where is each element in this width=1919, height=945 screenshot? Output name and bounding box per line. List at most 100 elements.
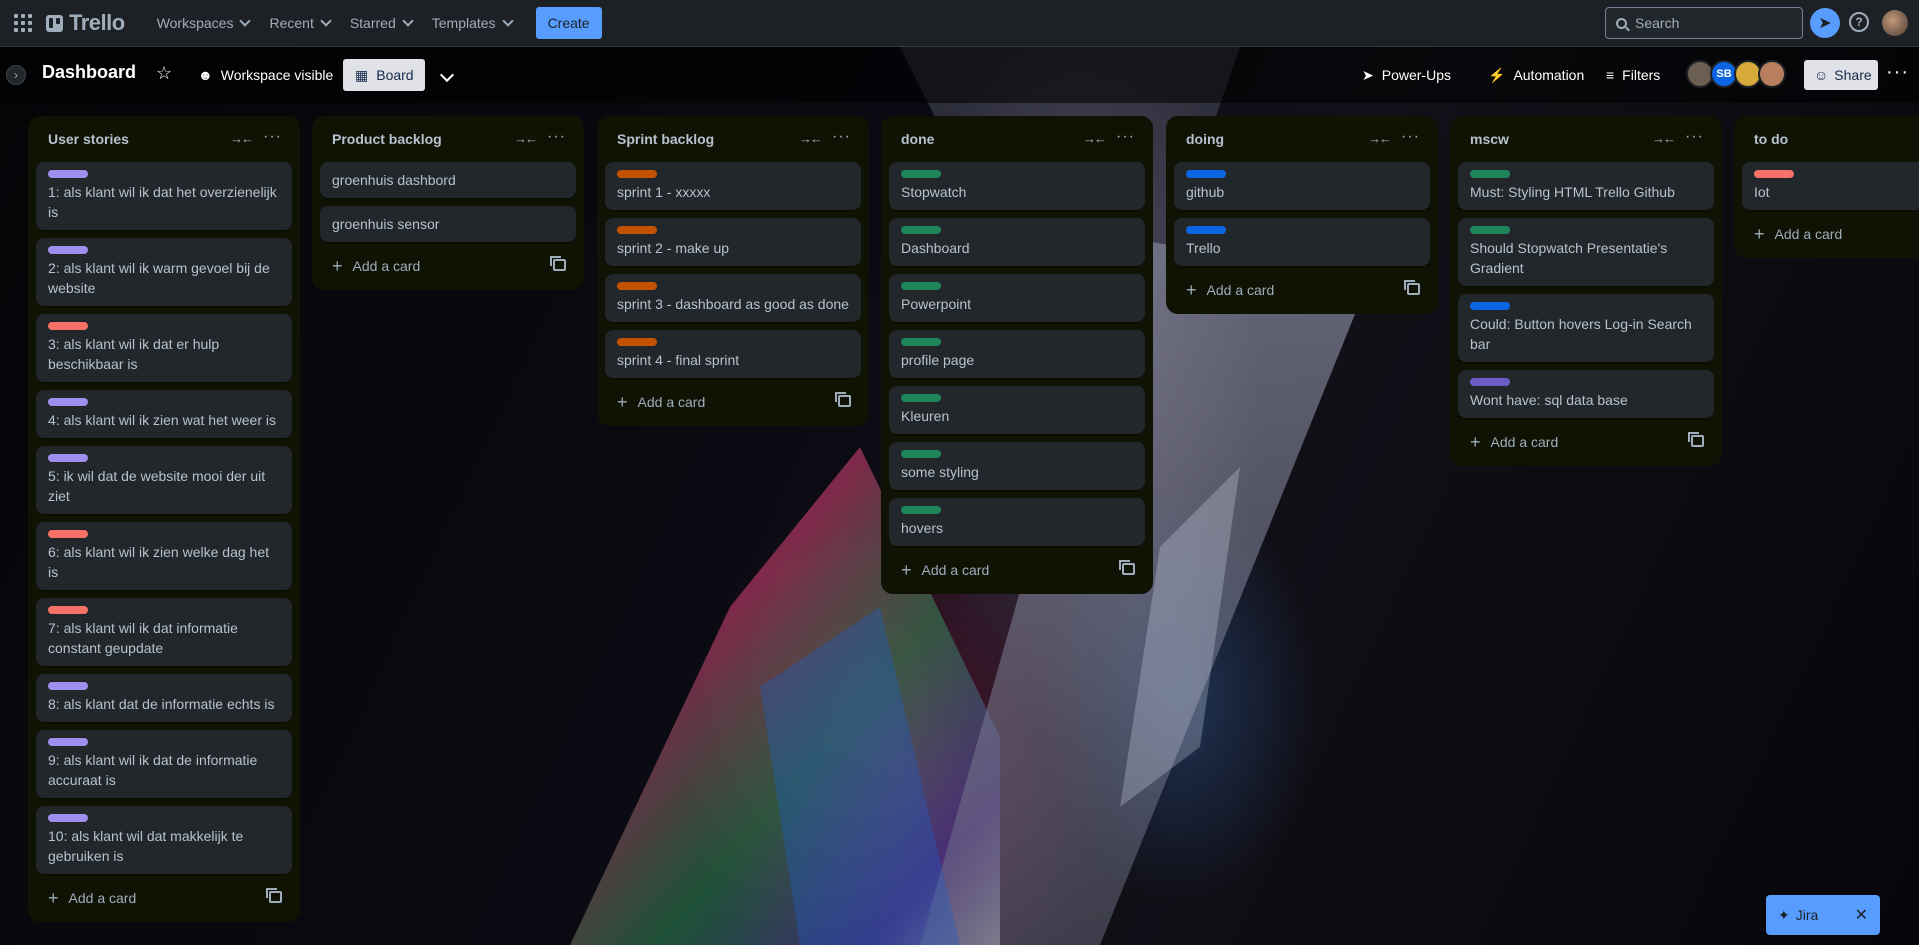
card-label[interactable] [48, 454, 88, 462]
card-label[interactable] [48, 738, 88, 746]
card[interactable]: github [1174, 162, 1430, 210]
star-icon[interactable]: ☆ [156, 63, 172, 84]
card-label[interactable] [901, 450, 941, 458]
card-template-icon[interactable] [1119, 560, 1135, 575]
list-header[interactable]: doing →← ··· [1174, 116, 1430, 162]
list-header[interactable]: to do→←··· [1742, 116, 1919, 162]
app-switcher-icon[interactable] [12, 12, 34, 34]
card[interactable]: Trello [1174, 218, 1430, 266]
card[interactable]: 6: als klant wil ik zien welke dag het i… [36, 522, 292, 590]
card-label[interactable] [48, 170, 88, 178]
create-button[interactable]: Create [535, 7, 602, 39]
card-label[interactable] [1186, 170, 1226, 178]
workspaces-menu[interactable]: Workspaces [147, 7, 260, 39]
card-label[interactable] [1186, 226, 1226, 234]
card-label[interactable] [1470, 378, 1510, 386]
collapse-list-icon[interactable]: →← [799, 131, 823, 146]
card-label[interactable] [901, 226, 941, 234]
card[interactable]: Must: Styling HTML Trello Github [1458, 162, 1714, 210]
card[interactable]: 7: als klant wil ik dat informatie const… [36, 598, 292, 666]
card[interactable]: Wont have: sql data base [1458, 370, 1714, 418]
add-card-button[interactable]: + Add a card [1174, 274, 1430, 306]
board-title[interactable]: Dashboard [42, 62, 136, 83]
card-label[interactable] [48, 322, 88, 330]
automation-button[interactable]: ⚡ Automation [1480, 59, 1592, 91]
share-button[interactable]: ☺ Share [1804, 60, 1878, 90]
jira-badge[interactable]: ✦ Jira ✕ [1766, 895, 1880, 935]
card[interactable]: Dashboard [889, 218, 1145, 266]
card-label[interactable] [901, 282, 941, 290]
collapse-list-icon[interactable]: →← [230, 131, 254, 146]
add-card-button[interactable]: + Add a card [1742, 218, 1919, 250]
collapse-list-icon[interactable]: →← [1083, 131, 1107, 146]
collapse-list-icon[interactable]: →← [1652, 131, 1676, 146]
card-label[interactable] [901, 506, 941, 514]
card-label[interactable] [1470, 170, 1510, 178]
card[interactable]: Should Stopwatch Presentatie's Gradient [1458, 218, 1714, 286]
notifications-icon[interactable]: ➤ [1810, 8, 1840, 38]
list-header[interactable]: User stories →← ··· [36, 116, 292, 162]
close-icon[interactable]: ✕ [1855, 905, 1868, 925]
card[interactable]: sprint 1 - xxxxx [605, 162, 861, 210]
card-label[interactable] [1470, 226, 1510, 234]
list-header[interactable]: Sprint backlog →← ··· [605, 116, 861, 162]
card-template-icon[interactable] [266, 888, 282, 903]
list-title[interactable]: Sprint backlog [617, 131, 714, 147]
collapse-list-icon[interactable]: →← [1368, 131, 1392, 146]
card[interactable]: 3: als klant wil ik dat er hulp beschikb… [36, 314, 292, 382]
member-avatar[interactable] [1758, 60, 1786, 88]
more-options-icon[interactable]: ··· [1886, 61, 1909, 84]
card[interactable]: Could: Button hovers Log-in Search bar [1458, 294, 1714, 362]
card[interactable]: 2: als klant wil ik warm gevoel bij de w… [36, 238, 292, 306]
view-switcher-button[interactable] [434, 59, 460, 91]
card-label[interactable] [617, 338, 657, 346]
list-menu-icon[interactable]: ··· [263, 128, 282, 146]
card[interactable]: 4: als klant wil ik zien wat het weer is [36, 390, 292, 438]
card[interactable]: Powerpoint [889, 274, 1145, 322]
card-label[interactable] [901, 170, 941, 178]
board-view-button[interactable]: ▦ Board [343, 59, 425, 91]
card-label[interactable] [617, 170, 657, 178]
list-title[interactable]: mscw [1470, 131, 1509, 147]
card-label[interactable] [617, 226, 657, 234]
list-title[interactable]: Product backlog [332, 131, 442, 147]
collapse-list-icon[interactable]: →← [514, 131, 538, 146]
list-menu-icon[interactable]: ··· [832, 128, 851, 146]
search-input[interactable]: Search [1605, 7, 1803, 39]
powerups-button[interactable]: ➤ Power-Ups [1354, 59, 1459, 91]
card[interactable]: 10: als klant wil dat makkelijk te gebru… [36, 806, 292, 874]
card[interactable]: sprint 4 - final sprint [605, 330, 861, 378]
starred-menu[interactable]: Starred [340, 7, 422, 39]
card[interactable]: groenhuis sensor [320, 206, 576, 242]
card[interactable]: sprint 2 - make up [605, 218, 861, 266]
list-header[interactable]: Product backlog →← ··· [320, 116, 576, 162]
add-card-button[interactable]: + Add a card [1458, 426, 1714, 458]
card[interactable]: 8: als klant dat de informatie echts is [36, 674, 292, 722]
card-label[interactable] [1470, 302, 1510, 310]
card-template-icon[interactable] [1688, 432, 1704, 447]
card-template-icon[interactable] [835, 392, 851, 407]
card-label[interactable] [48, 682, 88, 690]
card[interactable]: groenhuis dashbord [320, 162, 576, 198]
add-card-button[interactable]: + Add a card [320, 250, 576, 282]
card[interactable]: Stopwatch [889, 162, 1145, 210]
list-menu-icon[interactable]: ··· [1685, 128, 1704, 146]
list-title[interactable]: done [901, 131, 934, 147]
list-menu-icon[interactable]: ··· [547, 128, 566, 146]
filters-button[interactable]: ≡ Filters [1598, 59, 1668, 91]
card[interactable]: 5: ik wil dat de website mooi der uit zi… [36, 446, 292, 514]
card[interactable]: 1: als klant wil ik dat het overzienelij… [36, 162, 292, 230]
user-avatar[interactable] [1882, 10, 1908, 36]
list-header[interactable]: mscw →← ··· [1458, 116, 1714, 162]
card-label[interactable] [901, 338, 941, 346]
add-card-button[interactable]: + Add a card [605, 386, 861, 418]
add-card-button[interactable]: + Add a card [36, 882, 292, 914]
list-menu-icon[interactable]: ··· [1116, 128, 1135, 146]
card[interactable]: Kleuren [889, 386, 1145, 434]
card[interactable]: 9: als klant wil ik dat de informatie ac… [36, 730, 292, 798]
list-title[interactable]: to do [1754, 131, 1788, 147]
card-template-icon[interactable] [550, 256, 566, 271]
trello-logo[interactable]: Trello [46, 10, 125, 36]
card-label[interactable] [1754, 170, 1794, 178]
help-icon[interactable]: ? [1849, 12, 1869, 32]
